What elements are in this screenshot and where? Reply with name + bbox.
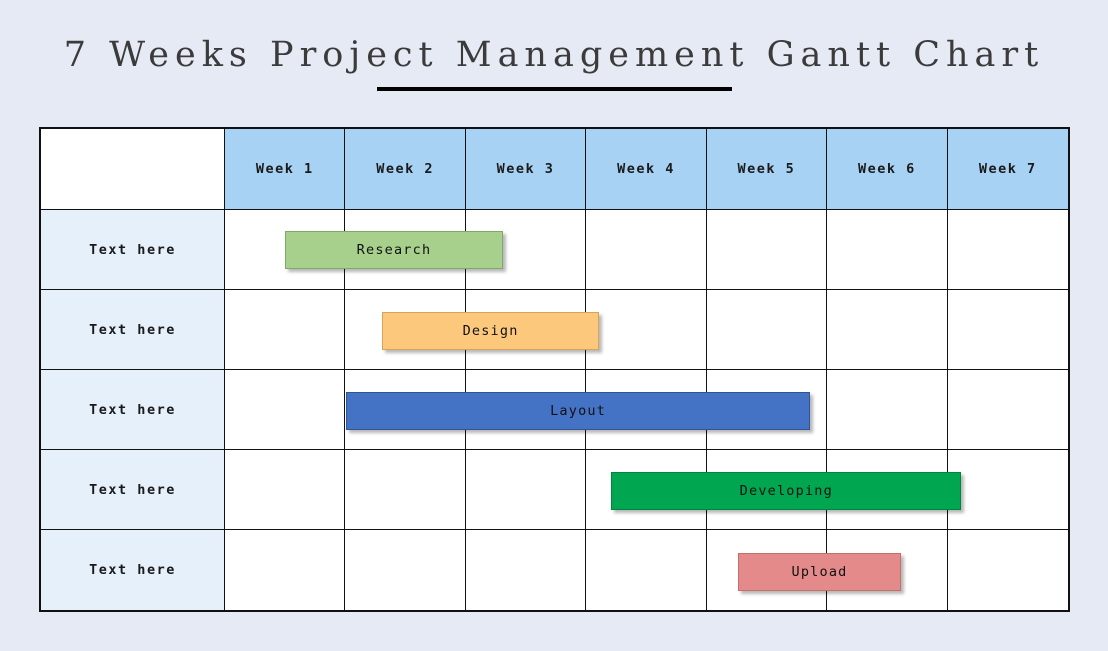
row-label-5: Text here: [41, 530, 225, 610]
track-cell-r1c5: [706, 210, 828, 290]
gantt-bar-developing[interactable]: Developing: [611, 472, 962, 511]
track-cell-r3c7: [947, 370, 1068, 450]
gantt-bar-design[interactable]: Design: [381, 311, 600, 350]
track-cell-r5c1: [225, 530, 346, 610]
track-cell-r2c4: [586, 290, 707, 370]
track-cell-r1c7: [947, 210, 1068, 290]
track-cell-r2c5: [706, 290, 828, 370]
column-header-week-1: Week 1: [225, 129, 346, 210]
column-header-week-7: Week 7: [947, 129, 1068, 210]
row-label-4: Text here: [41, 450, 225, 530]
track-cell-r5c7: [948, 530, 1068, 610]
track-cell-r1c6: [827, 210, 948, 290]
track-cell-r5c3: [466, 530, 587, 610]
track-cell-r3c1: [225, 370, 346, 450]
gantt-bar-layout[interactable]: Layout: [345, 392, 811, 430]
row-label-1: Text here: [41, 210, 225, 290]
track-cell-r4c3: [465, 450, 587, 530]
title-underline-rule: [376, 87, 732, 91]
page-title: 7 Weeks Project Management Gantt Chart: [63, 35, 1045, 75]
track-cell-r5c2: [345, 530, 466, 610]
table-corner-header: [41, 129, 225, 210]
gantt-grid: Week 1 Week 2 Week 3 Week 4 Week 5 Week …: [41, 129, 1068, 610]
column-header-week-2: Week 2: [345, 129, 466, 210]
track-cell-r5c4: [586, 530, 707, 610]
track-cell-r3c6: [827, 370, 948, 450]
row-label-2: Text here: [41, 290, 225, 370]
track-cell-r2c1: [225, 290, 346, 370]
track-cell-r4c1: [225, 450, 346, 530]
track-cell-r1c4: [586, 210, 707, 290]
column-header-week-4: Week 4: [586, 129, 707, 210]
gantt-chart-table: Week 1 Week 2 Week 3 Week 4 Week 5 Week …: [39, 127, 1070, 612]
gantt-bar-upload[interactable]: Upload: [738, 552, 901, 591]
title-block: 7 Weeks Project Management Gantt Chart: [0, 38, 1108, 91]
track-cell-r2c6: [827, 290, 948, 370]
track-cell-r4c7: [947, 450, 1068, 530]
column-header-week-3: Week 3: [465, 129, 587, 210]
row-label-3: Text here: [41, 370, 225, 450]
column-header-week-6: Week 6: [827, 129, 948, 210]
track-cell-r4c2: [345, 450, 466, 530]
column-header-week-5: Week 5: [706, 129, 828, 210]
track-cell-r2c7: [947, 290, 1068, 370]
gantt-bar-research[interactable]: Research: [285, 231, 503, 270]
